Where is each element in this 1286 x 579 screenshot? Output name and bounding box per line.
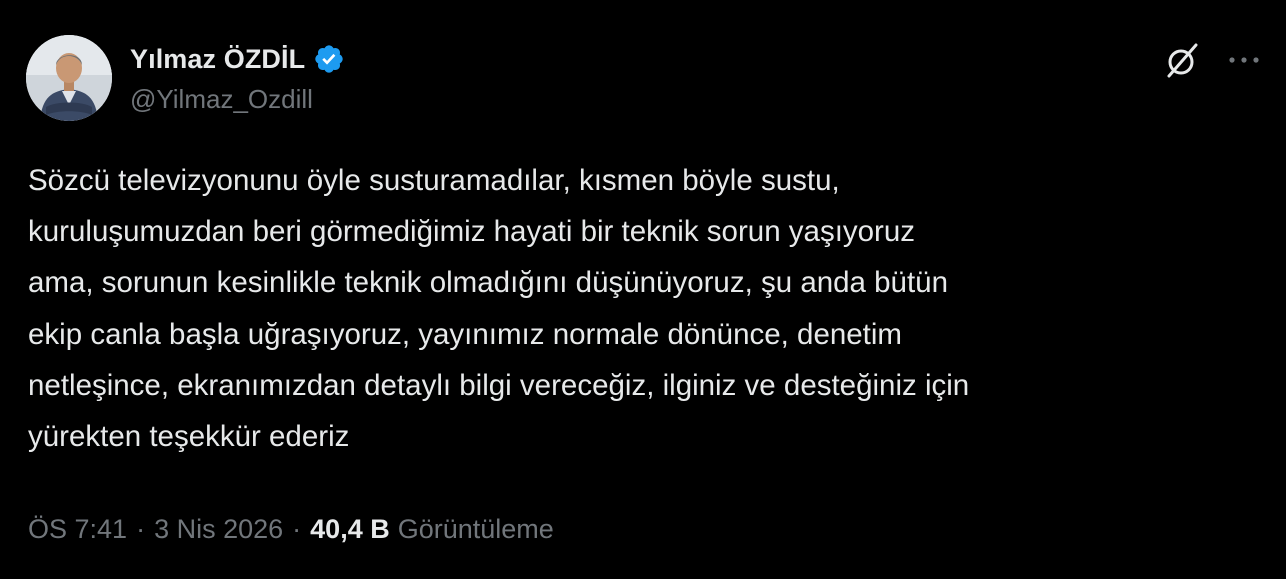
author-display-name[interactable]: Yılmaz ÖZDİL	[130, 44, 305, 75]
avatar[interactable]	[26, 35, 112, 121]
verified-badge-icon[interactable]	[313, 43, 345, 75]
author-name-row: Yılmaz ÖZDİL	[130, 40, 345, 78]
more-horizontal-icon[interactable]	[1222, 42, 1266, 78]
tweet-time[interactable]: ÖS 7:41	[28, 514, 127, 545]
views-count: 40,4 B	[310, 513, 390, 544]
author-handle[interactable]: @Yilmaz_Ozdill	[130, 84, 313, 115]
grok-icon[interactable]	[1162, 40, 1202, 80]
tweet-meta: ÖS 7:41 · 3 Nis 2026 · 40,4 B Görüntülem…	[28, 507, 554, 551]
views-label: Görüntüleme	[397, 513, 554, 544]
meta-separator: ·	[292, 513, 302, 544]
meta-separator: ·	[136, 513, 146, 544]
tweet-text: Sözcü televizyonunu öyle susturamadılar,…	[28, 164, 970, 454]
tweet-card: Yılmaz ÖZDİL @Yilmaz_Ozdill Sözcü televi…	[0, 0, 1286, 579]
tweet-date[interactable]: 3 Nis 2026	[154, 514, 283, 545]
profile-photo	[26, 35, 112, 121]
